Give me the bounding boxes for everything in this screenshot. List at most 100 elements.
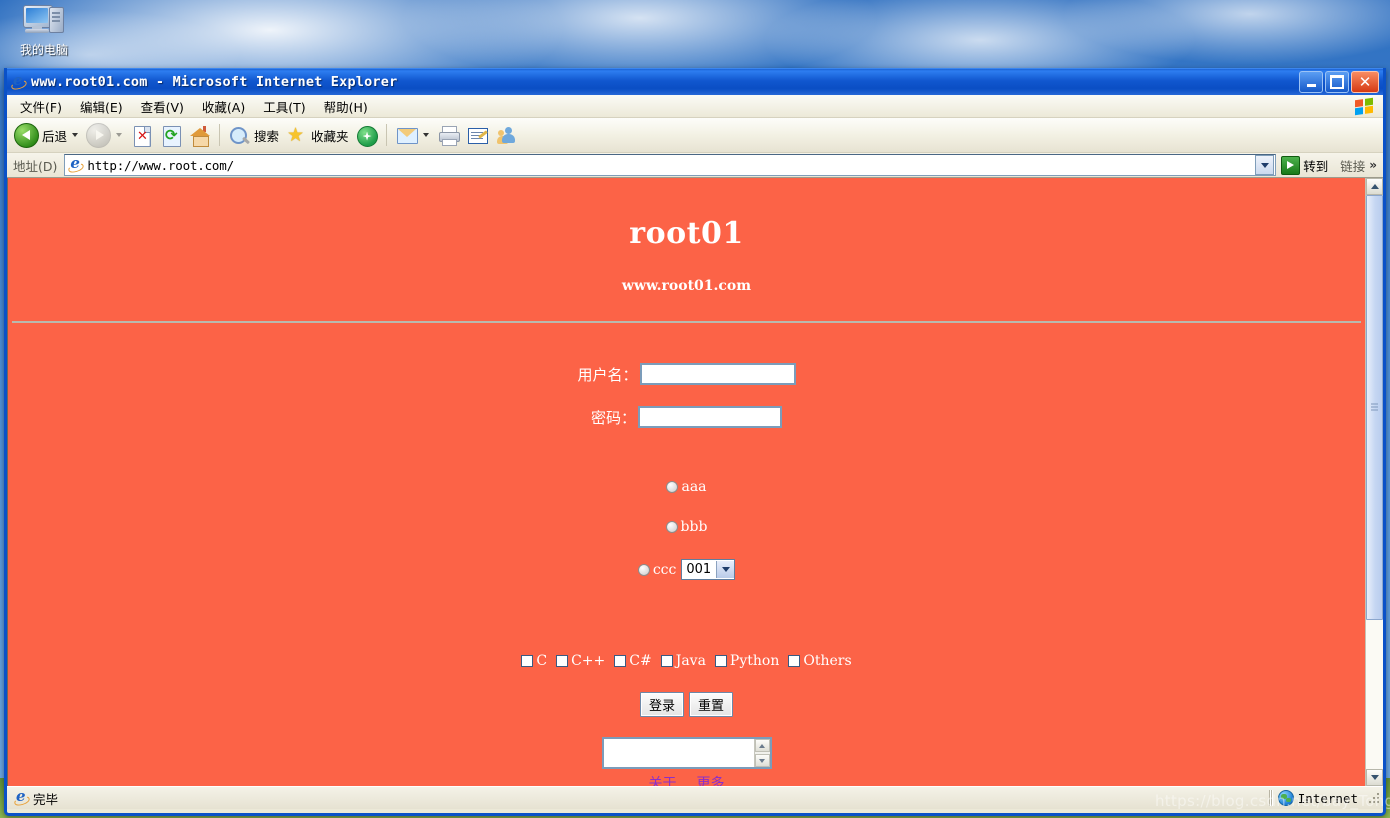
resize-grip-icon[interactable]: [1367, 791, 1381, 805]
checkbox-row-java: Java: [660, 653, 706, 669]
stop-button[interactable]: ✕: [127, 121, 156, 149]
menu-file[interactable]: 文件(F): [11, 95, 71, 118]
print-button[interactable]: [434, 121, 463, 149]
address-url-text: http://www.root.com/: [87, 157, 234, 173]
links-button[interactable]: 链接 »: [1336, 156, 1381, 175]
search-icon: [228, 124, 251, 147]
checkbox-c[interactable]: [521, 655, 534, 667]
password-input[interactable]: [638, 406, 782, 428]
mail-button[interactable]: [392, 121, 434, 149]
browser-toolbar: 后退 ✕ 搜索 ★ 收藏夹: [7, 118, 1383, 153]
checkbox-python[interactable]: [714, 655, 727, 667]
media-button[interactable]: [352, 121, 381, 149]
radio-ccc[interactable]: [637, 563, 650, 576]
about-link[interactable]: 关于: [649, 773, 677, 786]
radio-label-bbb: bbb: [680, 519, 708, 535]
address-bar: 地址(D) http://www.root.com/ 转到 链接 »: [7, 153, 1383, 178]
refresh-icon: [159, 124, 182, 147]
page-scrollbar[interactable]: [1365, 178, 1383, 786]
go-arrow-icon: [1281, 155, 1301, 175]
security-zone-cell[interactable]: Internet: [1273, 789, 1363, 807]
menu-view[interactable]: 查看(V): [132, 95, 193, 118]
password-label: 密码：: [590, 408, 636, 427]
links-label: 链接: [1340, 158, 1366, 174]
scroll-down-button[interactable]: [1366, 769, 1383, 786]
maximize-button[interactable]: [1325, 71, 1349, 93]
page-subtitle: www.root01.com: [621, 278, 752, 294]
browser-window: www.root01.com - Microsoft Internet Expl…: [4, 68, 1386, 816]
favorites-button[interactable]: ★ 收藏夹: [282, 121, 352, 149]
textarea-wrap: [8, 717, 1365, 769]
menu-tools[interactable]: 工具(T): [254, 95, 314, 118]
status-text-cell: 完毕: [7, 787, 63, 807]
menu-edit[interactable]: 编辑(E): [71, 95, 132, 118]
mail-icon: [395, 124, 418, 147]
reset-button[interactable]: 重置: [689, 692, 734, 717]
favorites-label: 收藏夹: [311, 128, 349, 144]
status-right-group: Internet: [1268, 789, 1383, 807]
search-button[interactable]: 搜索: [225, 121, 282, 149]
checkbox-cpp[interactable]: [556, 655, 569, 667]
messenger-button[interactable]: [492, 121, 521, 149]
ie-logo-icon: [11, 71, 27, 90]
back-button[interactable]: 后退: [11, 121, 83, 149]
checkbox-row-python: Python: [714, 653, 779, 669]
textarea-scroll-down-button[interactable]: [754, 754, 770, 767]
radio-label-aaa: aaa: [681, 479, 707, 495]
radio-aaa[interactable]: [666, 481, 679, 493]
back-dropdown-icon[interactable]: [72, 133, 79, 137]
username-input[interactable]: [639, 363, 796, 385]
menu-help[interactable]: 帮助(H): [315, 95, 377, 118]
comment-textarea[interactable]: [601, 737, 772, 769]
refresh-button[interactable]: [156, 121, 185, 149]
checkbox-others[interactable]: [788, 655, 801, 667]
radio-group: aaa bbb ccc 001: [8, 449, 1365, 580]
status-ie-icon: [13, 787, 29, 806]
more-link[interactable]: 更多: [697, 773, 725, 786]
star-icon: ★: [287, 123, 305, 146]
toolbar-separator-2: [385, 124, 387, 146]
edit-icon: [466, 124, 489, 147]
back-arrow-icon: [14, 122, 39, 148]
checkbox-java[interactable]: [660, 655, 673, 667]
radio-bbb[interactable]: [665, 521, 678, 533]
username-label: 用户名：: [577, 365, 638, 384]
login-button[interactable]: 登录: [639, 692, 684, 717]
minimize-button[interactable]: [1299, 71, 1323, 93]
address-dropdown-button[interactable]: [1255, 155, 1275, 175]
forward-button[interactable]: [83, 121, 127, 149]
printer-icon: [437, 124, 460, 147]
checkbox-label-csharp: C#: [629, 653, 652, 669]
messenger-icon: [495, 124, 518, 147]
forward-dropdown-icon[interactable]: [116, 133, 123, 137]
close-button[interactable]: ✕: [1351, 71, 1379, 93]
security-zone-text: Internet: [1297, 790, 1358, 806]
chevron-down-icon[interactable]: [716, 561, 735, 578]
mail-dropdown-icon[interactable]: [422, 133, 429, 137]
home-button[interactable]: [185, 121, 214, 149]
page-title: root01: [629, 216, 744, 251]
textarea-scrollbar[interactable]: [753, 739, 770, 767]
scrollbar-track[interactable]: [1366, 195, 1383, 769]
checkbox-csharp[interactable]: [614, 655, 627, 667]
scrollbar-thumb[interactable]: [1366, 195, 1383, 620]
window-title: www.root01.com - Microsoft Internet Expl…: [31, 74, 398, 90]
textarea-scroll-up-button[interactable]: [754, 739, 770, 752]
go-button[interactable]: 转到: [1279, 154, 1333, 176]
edit-button[interactable]: [463, 121, 492, 149]
web-page: root01 www.root01.com 用户名： 密码： aaa bbb c…: [8, 178, 1365, 786]
page-favicon-icon: [67, 154, 83, 173]
status-text: 完毕: [33, 791, 59, 807]
menu-favorites[interactable]: 收藏(A): [193, 95, 254, 118]
address-input[interactable]: http://www.root.com/: [64, 154, 1277, 176]
checkbox-row-others: Others: [788, 653, 852, 669]
checkbox-row-cpp: C++: [556, 653, 605, 669]
number-select[interactable]: 001: [681, 559, 736, 580]
chevron-right-icon[interactable]: »: [1369, 158, 1377, 172]
scroll-up-button[interactable]: [1366, 178, 1383, 195]
username-row: 用户名：: [8, 363, 1365, 385]
search-label: 搜索: [254, 128, 280, 144]
desktop-icon-my-computer[interactable]: 我的电脑: [8, 2, 80, 59]
window-titlebar[interactable]: www.root01.com - Microsoft Internet Expl…: [7, 68, 1383, 95]
checkbox-row-csharp: C#: [614, 653, 652, 669]
